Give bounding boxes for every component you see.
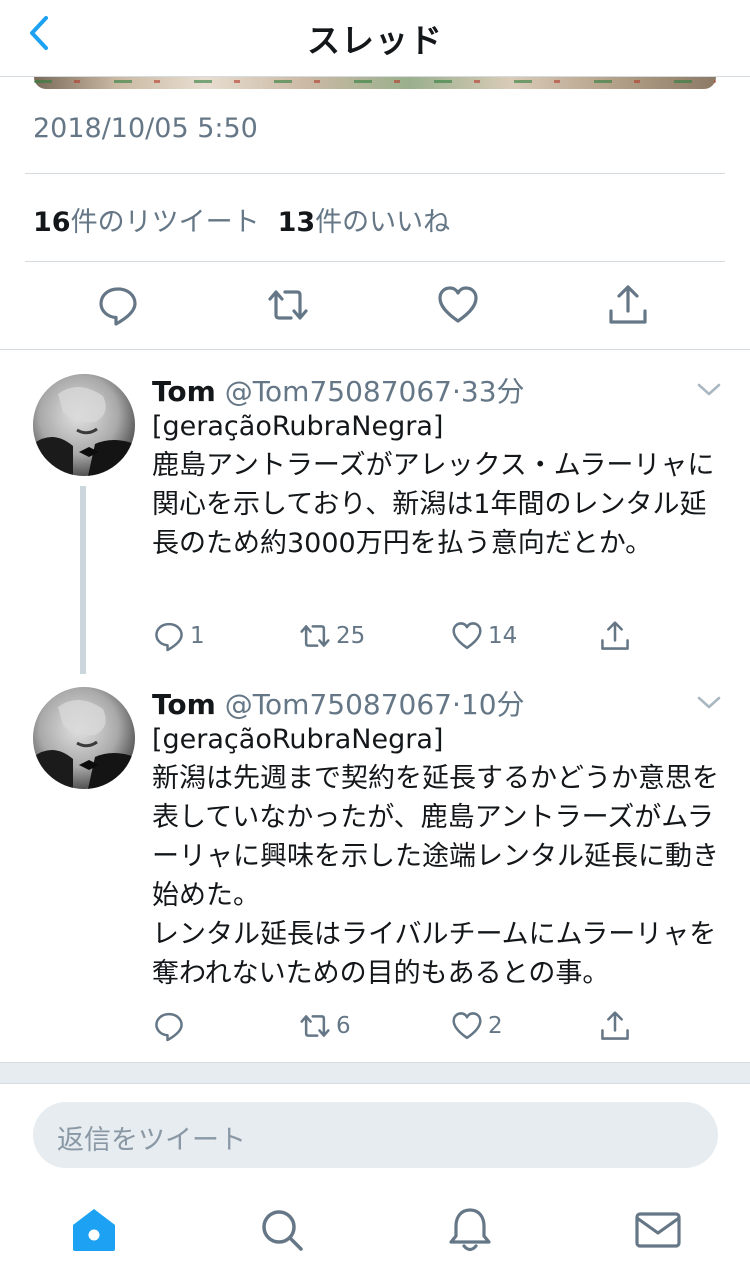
tweet-time: 33分 bbox=[460, 375, 525, 408]
reply-icon bbox=[155, 1012, 183, 1042]
reply-button[interactable] bbox=[152, 1006, 190, 1046]
share-button[interactable] bbox=[598, 616, 632, 656]
tab-search[interactable] bbox=[256, 1204, 308, 1256]
reply-button[interactable]: 1 bbox=[152, 616, 205, 656]
heart-icon bbox=[452, 1012, 482, 1040]
share-icon bbox=[601, 1011, 629, 1040]
like-count: 2 bbox=[488, 1013, 503, 1039]
search-icon bbox=[262, 1210, 303, 1251]
meta-separator: · bbox=[451, 688, 461, 721]
retweet-count: 6 bbox=[336, 1013, 351, 1039]
notifications-icon bbox=[449, 1208, 491, 1252]
thread-line bbox=[80, 486, 86, 674]
share-icon bbox=[609, 285, 647, 324]
tweet-header: Tom @Tom75087067·33分 bbox=[152, 370, 525, 410]
chevron-down-icon bbox=[697, 696, 721, 709]
retweet-button[interactable] bbox=[265, 282, 311, 328]
section-separator bbox=[0, 1062, 750, 1084]
tweet-time: 10分 bbox=[460, 688, 525, 721]
page-title: スレッド bbox=[307, 21, 443, 60]
tweet-action-bar: 1 25 14 bbox=[152, 616, 722, 656]
reply-icon bbox=[99, 287, 137, 326]
retweet-icon bbox=[300, 625, 330, 647]
divider bbox=[25, 173, 725, 174]
author-name[interactable]: Tom bbox=[152, 688, 216, 721]
reply-button[interactable] bbox=[95, 282, 141, 328]
heart-icon bbox=[438, 286, 478, 323]
retweet-button[interactable]: 25 bbox=[298, 616, 365, 656]
tweet-menu-button[interactable] bbox=[696, 693, 722, 713]
retweet-icon bbox=[300, 1015, 330, 1037]
retweet-stat[interactable]: 16件のリツイート bbox=[33, 207, 260, 238]
retweet-label: 件のリツイート bbox=[70, 207, 260, 238]
nav-header: スレッド bbox=[0, 0, 750, 77]
like-button[interactable]: 2 bbox=[450, 1006, 503, 1046]
author-handle[interactable]: @Tom75087067 bbox=[225, 375, 452, 408]
tweet-action-bar: 6 2 bbox=[152, 1006, 722, 1046]
like-button[interactable] bbox=[435, 282, 481, 328]
bottom-tab-bar bbox=[0, 1180, 750, 1283]
tweet-image[interactable] bbox=[34, 77, 716, 89]
tweet-header: Tom @Tom75087067·10分 bbox=[152, 683, 525, 723]
reply-icon bbox=[155, 622, 183, 652]
tab-notifications[interactable] bbox=[444, 1204, 496, 1256]
avatar[interactable] bbox=[33, 374, 135, 476]
like-count: 14 bbox=[488, 623, 518, 649]
retweet-count: 16 bbox=[33, 207, 71, 238]
like-button[interactable]: 14 bbox=[450, 616, 517, 656]
chevron-down-icon bbox=[697, 383, 721, 396]
tweet-action-bar bbox=[0, 262, 750, 348]
tweet-stats: 16件のリツイート 13件のいいね bbox=[33, 200, 450, 239]
reply-tweet[interactable]: Tom @Tom75087067·33分 [geraçãoRubraNegra]… bbox=[0, 350, 750, 674]
share-icon bbox=[601, 621, 629, 650]
avatar[interactable] bbox=[33, 687, 135, 789]
reply-input[interactable]: 返信をツイート bbox=[33, 1102, 718, 1168]
retweet-icon bbox=[268, 290, 308, 320]
tab-messages[interactable] bbox=[632, 1204, 684, 1256]
meta-separator: · bbox=[451, 375, 461, 408]
tweet-timestamp: 2018/10/05 5:50 bbox=[33, 113, 258, 144]
tab-home[interactable] bbox=[68, 1204, 120, 1256]
messages-icon bbox=[635, 1212, 681, 1248]
reply-tweet[interactable]: Tom @Tom75087067·10分 [geraçãoRubraNegra]… bbox=[0, 674, 750, 1062]
author-name[interactable]: Tom bbox=[152, 375, 216, 408]
home-icon bbox=[73, 1209, 115, 1251]
tweet-text: [geraçãoRubraNegra] 新潟は先週まで契約を延長するかどうか意思… bbox=[152, 724, 719, 989]
tweet-menu-button[interactable] bbox=[696, 380, 722, 400]
like-stat[interactable]: 13件のいいね bbox=[278, 207, 451, 238]
share-button[interactable] bbox=[605, 282, 651, 328]
reply-placeholder: 返信をツイート bbox=[57, 1125, 246, 1156]
tweet-text: [geraçãoRubraNegra] 鹿島アントラーズがアレックス・ムラーリャ… bbox=[152, 411, 715, 559]
retweet-button[interactable]: 6 bbox=[298, 1006, 351, 1046]
share-button[interactable] bbox=[598, 1006, 632, 1046]
heart-icon bbox=[452, 622, 482, 650]
like-count: 13 bbox=[277, 207, 316, 238]
retweet-count: 25 bbox=[336, 623, 366, 649]
author-handle[interactable]: @Tom75087067 bbox=[225, 688, 452, 721]
like-label: 件のいいね bbox=[315, 207, 451, 238]
reply-count: 1 bbox=[190, 623, 205, 649]
